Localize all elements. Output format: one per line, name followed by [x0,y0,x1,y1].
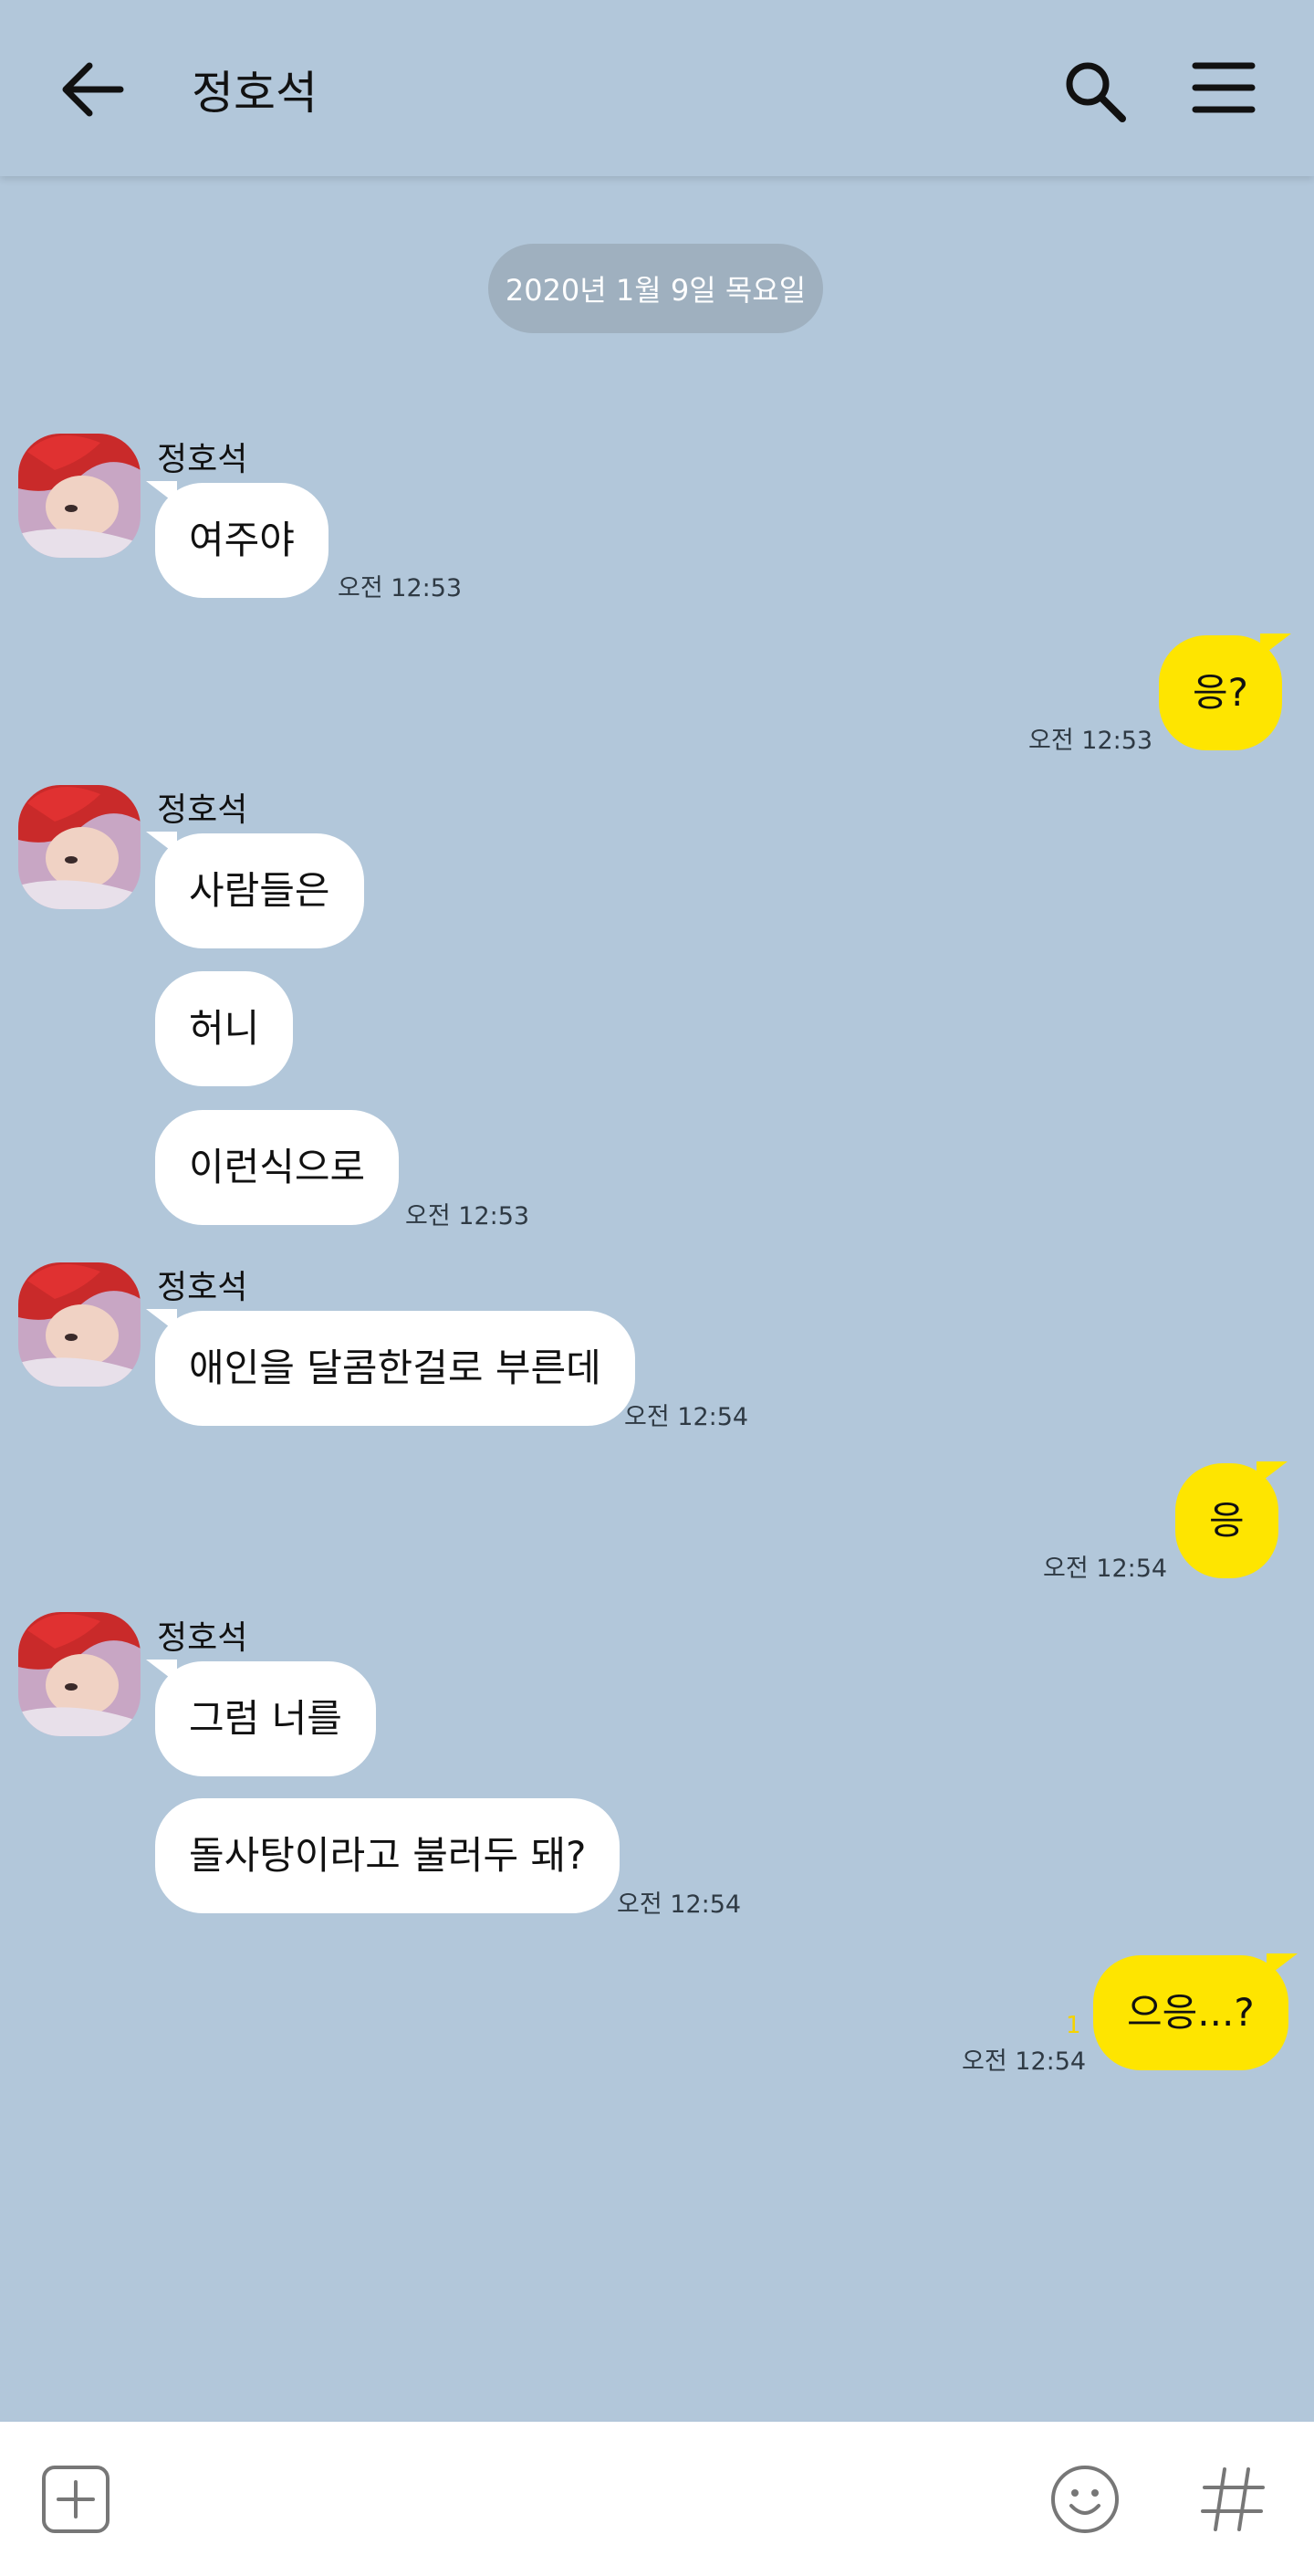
plus-square-icon [42,2466,110,2533]
arrow-left-icon [62,62,124,117]
message-time: 오전 12:53 [1028,727,1153,755]
incoming-message[interactable]: 그럼 너를 [146,1660,376,1776]
profile-photo [18,434,141,558]
avatar[interactable] [18,1612,141,1736]
incoming-message[interactable]: 허니 [155,971,294,1086]
hashtag-button[interactable] [1197,2464,1268,2535]
message-time: 오전 12:54 [617,1890,742,1919]
chat-header: 정호석 [0,0,1314,176]
input-bar [0,2422,1314,2576]
incoming-message[interactable]: 여주야 [146,481,328,598]
search-icon [1066,62,1126,122]
add-button[interactable] [40,2464,111,2535]
sender-name: 정호석 [157,441,248,478]
incoming-message[interactable]: 애인을 달콤한걸로 부른데 [146,1309,635,1426]
chat-title: 정호석 [192,67,318,120]
date-divider: 2020년 1월 9일 목요일 [488,244,823,333]
menu-button[interactable] [1192,58,1256,117]
profile-photo [18,785,141,909]
search-button[interactable] [1060,57,1130,126]
incoming-message[interactable]: 사람들은 [146,832,364,948]
hashtag-icon [1201,2467,1265,2531]
avatar[interactable] [18,785,141,909]
emoji-smile-icon [1051,2466,1119,2533]
outgoing-message[interactable]: 응 [1175,1461,1288,1578]
message-time: 오전 12:54 [962,2047,1087,2076]
avatar[interactable] [18,434,141,558]
emoji-button[interactable] [1049,2464,1121,2535]
sender-name: 정호석 [157,1619,248,1657]
message-time: 오전 12:54 [1043,1555,1168,1583]
unread-count: 1 [1066,2012,1081,2039]
profile-photo [18,1612,141,1736]
profile-photo [18,1262,141,1387]
outgoing-message[interactable]: 으응...? [1093,1953,1298,2070]
sender-name: 정호석 [157,1269,248,1306]
message-time: 오전 12:53 [338,574,463,602]
incoming-message[interactable]: 이런식으로 [155,1110,400,1225]
avatar[interactable] [18,1262,141,1387]
sender-name: 정호석 [157,791,248,829]
incoming-message[interactable]: 돌사탕이라고 불러두 돼? [155,1798,620,1913]
message-time: 오전 12:53 [405,1202,530,1230]
back-button[interactable] [55,55,131,124]
outgoing-message[interactable]: 응? [1159,634,1291,750]
message-time: 오전 12:54 [624,1403,749,1431]
hamburger-menu-icon [1192,62,1256,113]
